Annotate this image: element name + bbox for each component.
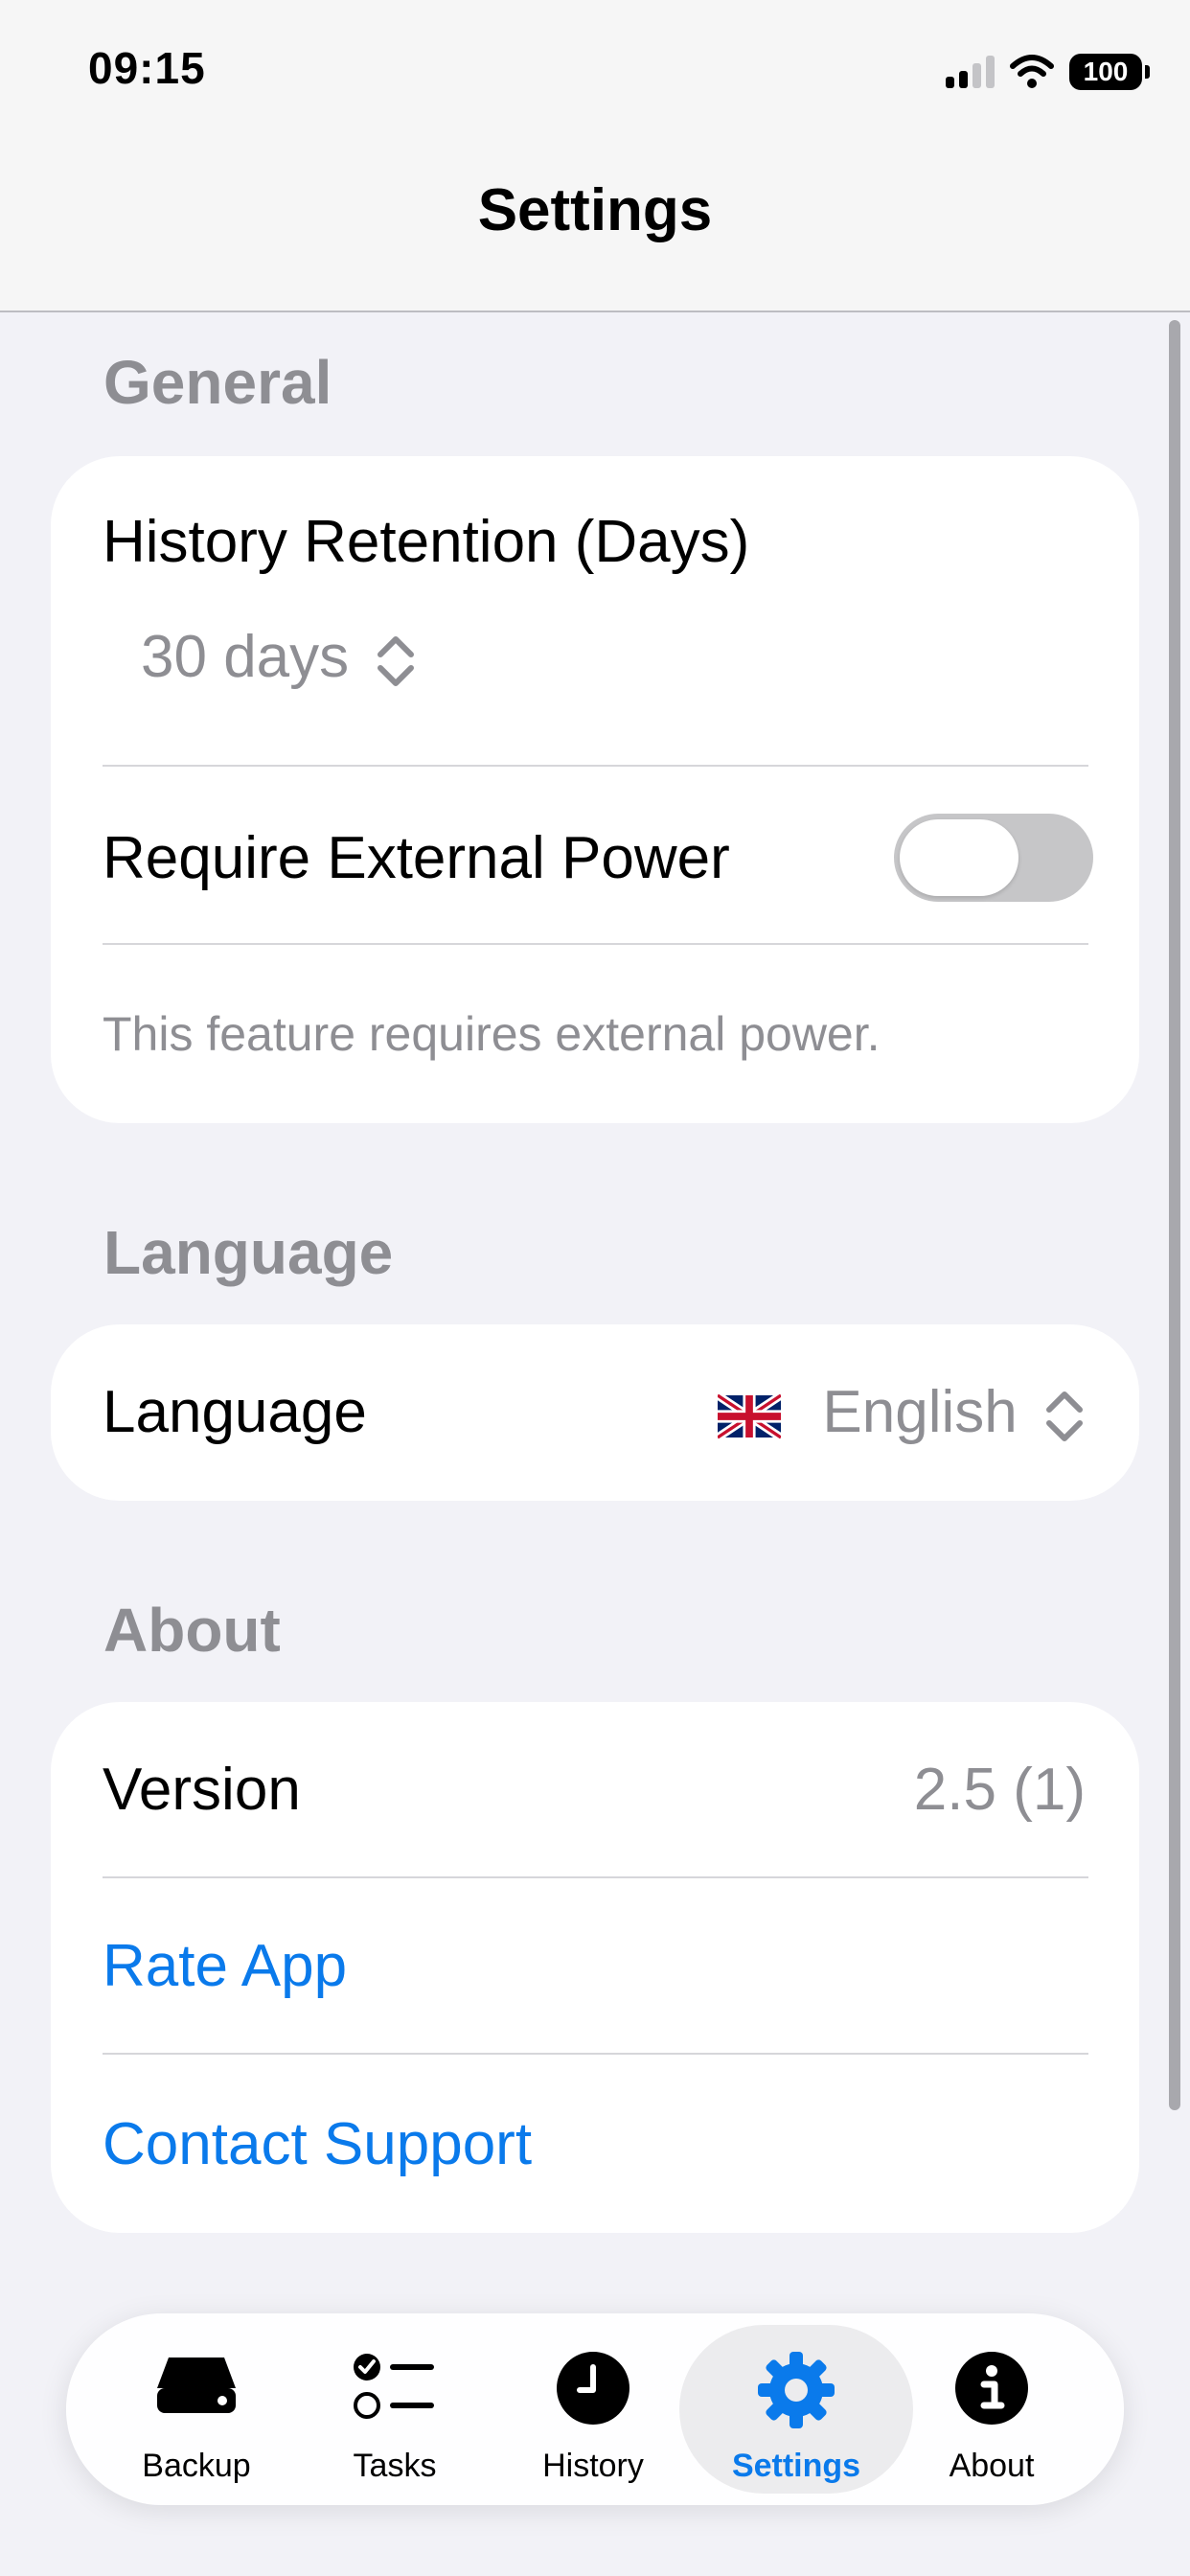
tab-label-backup: Backup: [142, 2448, 251, 2484]
chevron-up-down-icon: [378, 635, 415, 686]
tab-settings[interactable]: Settings: [700, 2313, 892, 2505]
contact-support-link[interactable]: Contact Support: [103, 2110, 532, 2178]
section-header-about: About: [103, 1596, 281, 1665]
history-retention-value: 30 days: [141, 624, 350, 690]
about-card: Version 2.5 (1) Rate App Contact Support: [51, 1702, 1139, 2233]
clock-icon: [557, 2352, 629, 2425]
tab-tasks[interactable]: Tasks: [299, 2313, 491, 2505]
wifi-icon: [1010, 55, 1054, 88]
tab-label-tasks: Tasks: [353, 2448, 437, 2484]
navigation-bar: Settings: [0, 144, 1190, 312]
tab-about[interactable]: About: [896, 2313, 1087, 2505]
status-icons: 100: [946, 48, 1150, 96]
tab-label-settings: Settings: [731, 2448, 861, 2484]
battery-icon: 100: [1069, 54, 1150, 90]
require-external-power-toggle[interactable]: [894, 814, 1093, 902]
chevron-up-down-icon: [1046, 1391, 1083, 1441]
tab-history[interactable]: History: [497, 2313, 689, 2505]
toggle-knob: [900, 819, 1018, 896]
tab-backup[interactable]: Backup: [101, 2313, 292, 2505]
drive-icon: [157, 2358, 236, 2413]
general-card: History Retention (Days) 30 days Require…: [51, 456, 1139, 1123]
language-card: Language English: [51, 1324, 1139, 1501]
divider: [103, 2053, 1088, 2055]
language-value: English: [822, 1379, 1018, 1445]
status-time: 09:15: [88, 43, 206, 93]
history-retention-picker[interactable]: 30 days: [141, 623, 417, 691]
divider: [103, 765, 1088, 767]
info-icon: [955, 2352, 1028, 2425]
section-header-general: General: [103, 348, 332, 417]
language-label: Language: [103, 1379, 367, 1445]
require-external-power-label: Require External Power: [103, 825, 730, 891]
gear-icon: [758, 2352, 835, 2428]
status-bar: 09:15 100: [0, 0, 1190, 144]
section-header-language: Language: [103, 1218, 394, 1287]
history-retention-label: History Retention (Days): [103, 509, 750, 575]
scroll-indicator[interactable]: [1169, 320, 1180, 2110]
divider: [103, 1876, 1088, 1878]
external-power-footer: This feature requires external power.: [103, 1007, 881, 1061]
cellular-signal-icon: [946, 56, 995, 88]
rate-app-link[interactable]: Rate App: [103, 1932, 347, 2000]
divider: [103, 943, 1088, 945]
tab-label-history: History: [542, 2448, 644, 2484]
version-label: Version: [103, 1757, 301, 1823]
tab-bar: Backup Tasks History Settings About: [66, 2313, 1124, 2505]
uk-flag-icon: [718, 1392, 782, 1439]
page-title: Settings: [477, 177, 713, 243]
language-picker[interactable]: English: [718, 1378, 1086, 1446]
version-value: 2.5 (1): [913, 1757, 1086, 1823]
checklist-icon: [354, 2354, 434, 2419]
tab-label-about: About: [949, 2448, 1035, 2484]
